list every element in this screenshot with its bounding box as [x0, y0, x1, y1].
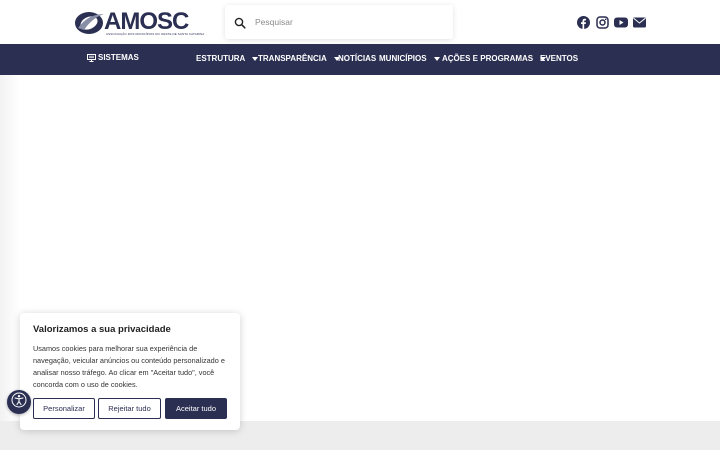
cookie-body: Usamos cookies para melhorar sua experiê… — [33, 344, 225, 389]
reject-all-button[interactable]: Rejeitar tudo — [98, 398, 161, 419]
nav-item-eventos[interactable]: EVENTOS — [540, 54, 578, 63]
nav-item-label: MUNICÍPIOS — [379, 54, 427, 63]
envelope-icon[interactable] — [632, 14, 646, 30]
logo-text: AMOSC — [104, 8, 189, 35]
logo-subtitle: ASSOCIAÇÃO DOS MUNICÍPIOS DO OESTE DE SA… — [106, 32, 205, 36]
accept-all-button[interactable]: Aceitar tudo — [165, 398, 227, 419]
accessibility-button[interactable] — [7, 390, 31, 414]
sistemas-link[interactable]: SISTEMAS — [87, 53, 139, 62]
nav-item-estrutura[interactable]: ESTRUTURA — [196, 54, 259, 63]
left-edge-shade — [0, 75, 20, 421]
nav-item-label: ESTRUTURA — [196, 54, 246, 63]
accessibility-icon — [11, 392, 27, 413]
logo-mark-icon — [74, 8, 106, 36]
youtube-icon[interactable] — [613, 14, 628, 30]
site-header: AMOSC ASSOCIAÇÃO DOS MUNICÍPIOS DO OESTE… — [0, 0, 720, 44]
sistemas-label: SISTEMAS — [98, 53, 139, 62]
nav-item-label: TRANSPARÊNCIA — [258, 54, 327, 63]
nav-item-noticias[interactable]: NOTÍCIAS — [338, 54, 376, 63]
nav-item-label: EVENTOS — [540, 54, 579, 63]
monitor-icon — [87, 53, 96, 62]
caret-down-icon — [433, 56, 440, 61]
cookie-title: Valorizamos a sua privacidade — [33, 324, 171, 335]
nav-item-label: AÇÕES E PROGRAMAS — [442, 54, 534, 63]
facebook-icon[interactable] — [576, 14, 590, 30]
nav-item-label: NOTÍCIAS — [338, 54, 377, 63]
nav-item-municipios[interactable]: MUNICÍPIOS — [379, 54, 440, 63]
cookie-consent-dialog: Valorizamos a sua privacidade Usamos coo… — [20, 313, 240, 430]
customize-button[interactable]: Personalizar — [33, 398, 95, 419]
nav-item-acoes-programas[interactable]: AÇÕES E PROGRAMAS — [442, 54, 547, 63]
search-icon[interactable] — [234, 16, 246, 29]
main-navigation: SISTEMAS ESTRUTURA TRANSPARÊNCIA NOTÍCIA… — [0, 44, 720, 75]
nav-item-transparencia[interactable]: TRANSPARÊNCIA — [258, 54, 340, 63]
search-input[interactable] — [255, 17, 435, 27]
instagram-icon[interactable] — [595, 14, 609, 30]
search-box — [225, 5, 453, 39]
amosc-logo[interactable]: AMOSC ASSOCIAÇÃO DOS MUNICÍPIOS DO OESTE… — [74, 7, 204, 37]
